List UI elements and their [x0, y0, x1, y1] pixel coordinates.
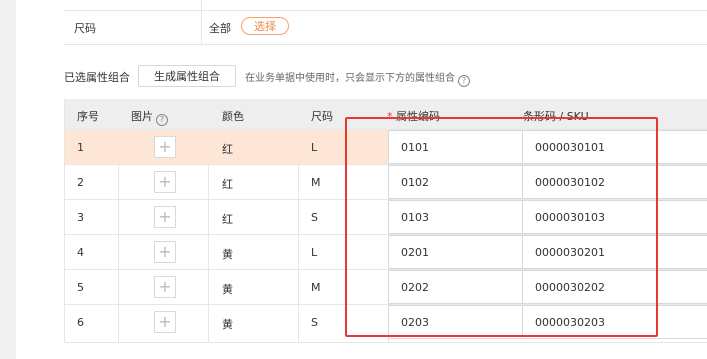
add-image-button[interactable]: + — [154, 136, 176, 158]
cell-index: 2 — [77, 176, 84, 189]
cell-size: M — [311, 176, 321, 189]
cell-size: M — [311, 281, 321, 294]
cell-color: 红 — [222, 213, 233, 226]
attr-code-input[interactable]: 0201 — [388, 235, 523, 269]
table-row[interactable]: 3 + 红 S 0103 0000030103 — [65, 199, 707, 234]
add-image-button[interactable]: + — [154, 171, 176, 193]
attr-code-input[interactable]: 0101 — [388, 130, 523, 164]
table-header: 序号 图片? 颜色 尺码 * 属性编码 条形码 / SKU — [65, 99, 707, 129]
cell-color: 红 — [222, 178, 233, 191]
cell-color: 黄 — [222, 318, 233, 331]
add-image-button[interactable]: + — [154, 311, 176, 333]
divider — [64, 44, 707, 45]
header-image: 图片? — [131, 108, 168, 126]
size-filter-row: 尺码 全部 选择 — [64, 0, 707, 45]
header-size: 尺码 — [311, 110, 333, 123]
cell-size: S — [311, 316, 318, 329]
cell-color: 红 — [222, 143, 233, 156]
barcode-input[interactable]: 0000030102 — [522, 165, 707, 199]
table-row[interactable]: 4 + 黄 L 0201 0000030201 — [65, 234, 707, 269]
attr-code-input[interactable]: 0102 — [388, 165, 523, 199]
header-attr-code: * 属性编码 — [387, 108, 440, 124]
cell-color: 黄 — [222, 283, 233, 296]
cell-size: L — [311, 246, 318, 259]
left-side-strip — [0, 0, 16, 359]
barcode-input[interactable]: 0000030101 — [522, 130, 707, 164]
cell-size: L — [311, 141, 318, 154]
add-image-button[interactable]: + — [154, 276, 176, 298]
cell-size: S — [311, 211, 318, 224]
table-row[interactable]: 1 + 红 L 0101 0000030101 — [65, 129, 707, 164]
table-row[interactable]: 6 + 黄 S 0203 0000030203 — [65, 304, 707, 342]
table-row[interactable]: 2 + 红 M 0102 0000030102 — [65, 164, 707, 199]
size-value: 全部 — [209, 22, 231, 35]
size-label: 尺码 — [74, 22, 96, 35]
barcode-input[interactable]: 0000030202 — [522, 270, 707, 304]
cell-index: 5 — [77, 281, 84, 294]
question-icon[interactable]: ? — [156, 114, 168, 126]
cell-index: 1 — [77, 141, 84, 154]
cell-color: 黄 — [222, 248, 233, 261]
barcode-input[interactable]: 0000030103 — [522, 200, 707, 234]
selected-combos-label: 已选属性组合 — [64, 71, 130, 84]
header-attr-code-label: 属性编码 — [396, 110, 440, 123]
table-row[interactable]: 5 + 黄 M 0202 0000030202 — [65, 269, 707, 304]
barcode-input[interactable]: 0000030201 — [522, 235, 707, 269]
header-barcode: 条形码 / SKU — [523, 110, 589, 123]
add-image-button[interactable]: + — [154, 241, 176, 263]
attr-code-input[interactable]: 0202 — [388, 270, 523, 304]
attr-code-input[interactable]: 0203 — [388, 305, 523, 339]
header-image-label: 图片 — [131, 110, 153, 123]
generate-combos-button[interactable]: 生成属性组合 — [138, 65, 236, 87]
header-color: 颜色 — [222, 110, 244, 123]
cell-index: 4 — [77, 246, 84, 259]
attribute-combo-table: 序号 图片? 颜色 尺码 * 属性编码 条形码 / SKU 1 + 红 L 01… — [64, 99, 707, 343]
cell-index: 3 — [77, 211, 84, 224]
hint-label: 在业务单据中使用时，只会显示下方的属性组合 — [245, 73, 455, 84]
add-image-button[interactable]: + — [154, 206, 176, 228]
attr-code-input[interactable]: 0103 — [388, 200, 523, 234]
divider — [201, 0, 202, 45]
select-button[interactable]: 选择 — [241, 17, 289, 35]
hint-text: 在业务单据中使用时，只会显示下方的属性组合? — [245, 69, 470, 87]
divider — [64, 10, 707, 11]
header-index: 序号 — [77, 110, 99, 123]
cell-index: 6 — [77, 316, 84, 329]
required-mark: * — [387, 110, 393, 123]
barcode-input[interactable]: 0000030203 — [522, 305, 707, 339]
question-icon[interactable]: ? — [458, 75, 470, 87]
